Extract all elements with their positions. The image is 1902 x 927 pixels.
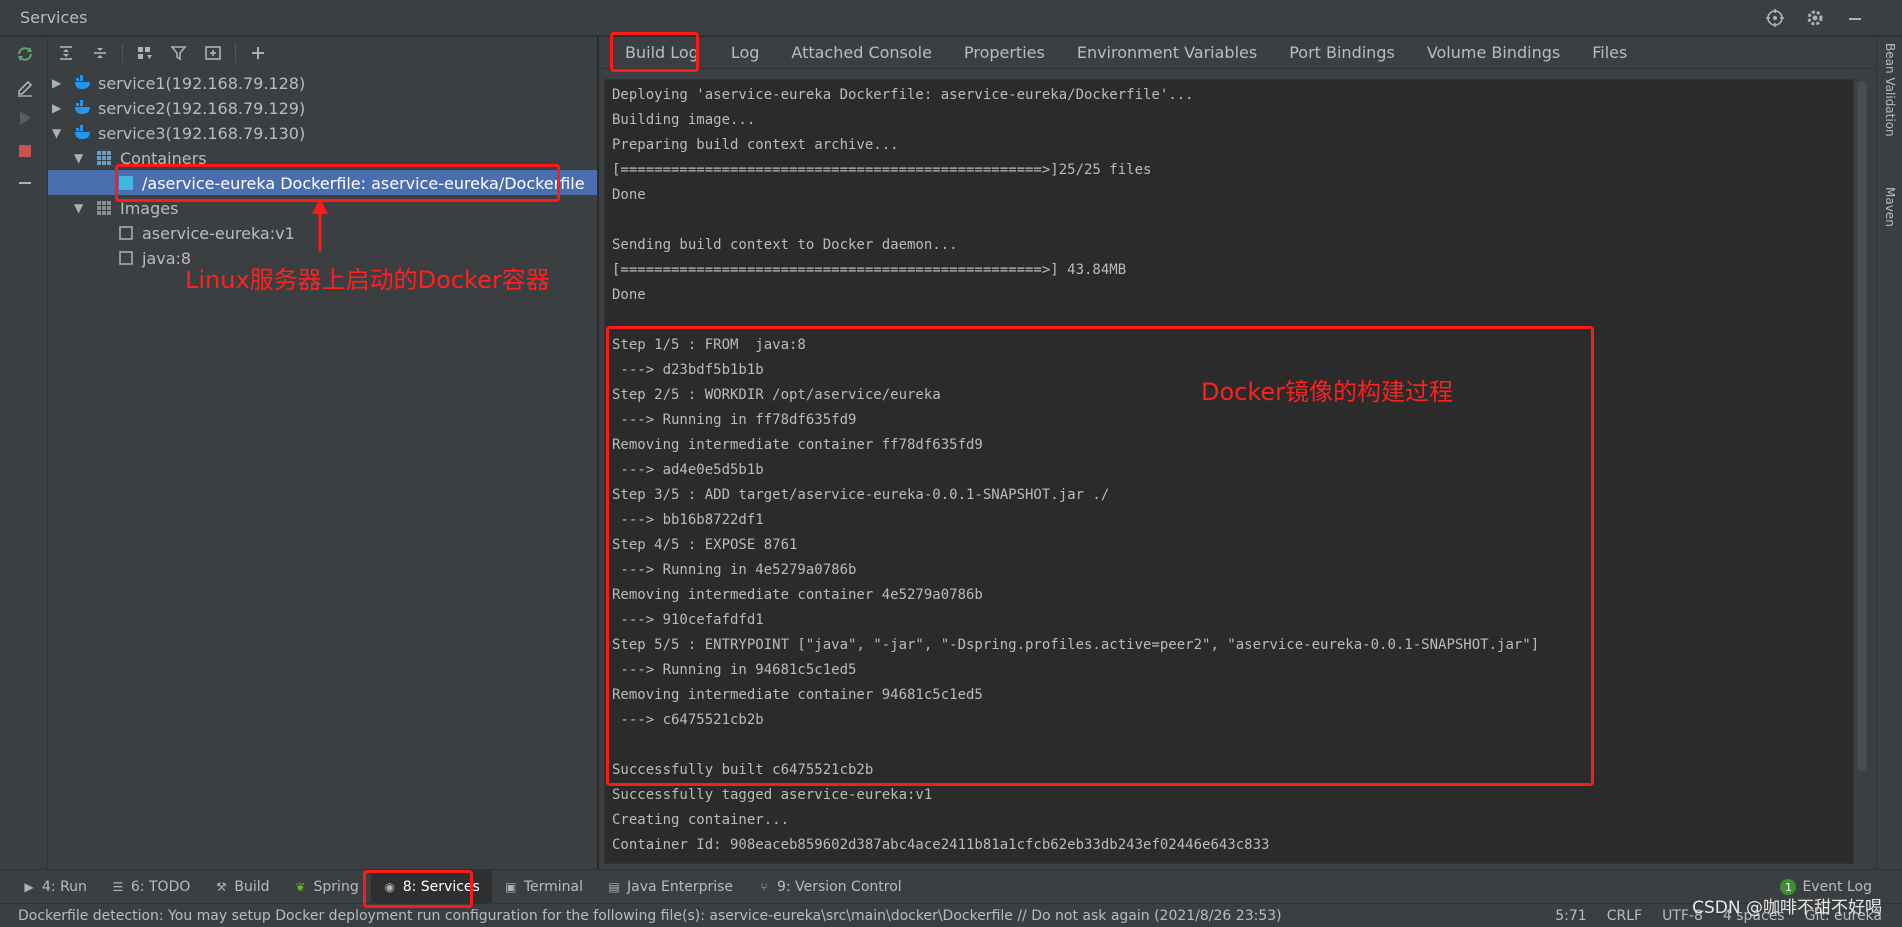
tree-item-label: service3(192.168.79.130) — [98, 123, 306, 143]
tab-properties[interactable]: Properties — [948, 37, 1061, 69]
tree-item-image-aservice-eureka[interactable]: aservice-eureka:v1 — [118, 221, 295, 245]
right-tool-strip: Bean Validation Maven — [1876, 37, 1902, 869]
edit-icon[interactable] — [14, 77, 36, 99]
annotation-container-note: Linux服务器上启动的Docker容器 — [185, 266, 550, 294]
tree-item-image-java[interactable]: java:8 — [118, 246, 191, 270]
expand-arrow-icon[interactable]: ▶ — [52, 76, 66, 90]
services-action-strip — [0, 37, 48, 869]
annotation-box-build-log — [610, 32, 699, 72]
add-service-icon[interactable] — [246, 41, 270, 65]
tool-label: 6: TODO — [130, 878, 191, 895]
tool-run[interactable]: ▶ 4: Run — [10, 870, 99, 904]
details-tabs: Build Log Log Attached Console Propertie… — [599, 37, 1876, 69]
log-line: [=======================================… — [612, 262, 1127, 278]
tree-item-service3[interactable]: ▼ service3(192.168.79.130) — [52, 121, 305, 145]
tree-item-label: service1(192.168.79.128) — [98, 73, 306, 93]
image-icon — [118, 225, 136, 241]
toolbar-separator — [122, 43, 123, 63]
log-line: Successfully tagged aservice-eureka:v1 — [612, 787, 933, 803]
log-line: Sending build context to Docker daemon..… — [612, 237, 958, 253]
tool-todo[interactable]: ☰ 6: TODO — [99, 870, 202, 904]
log-line: Deploying 'aservice-eureka Dockerfile: a… — [612, 87, 1194, 103]
tab-volume-bindings[interactable]: Volume Bindings — [1411, 37, 1576, 69]
services-title-bar: Services — [0, 0, 1902, 36]
images-grid-icon — [96, 200, 114, 216]
leaf-icon: ❦ — [295, 879, 306, 894]
group-by-icon[interactable] — [133, 41, 157, 65]
status-message[interactable]: Dockerfile detection: You may setup Dock… — [18, 908, 1282, 924]
console-scrollbar[interactable] — [1857, 81, 1867, 771]
tool-label: Java Enterprise — [627, 878, 734, 895]
expand-all-icon[interactable] — [54, 41, 78, 65]
tree-toolbar — [48, 37, 597, 69]
csdn-watermark: CSDN @咖啡不甜不好喝 — [1692, 898, 1882, 918]
expand-arrow-icon[interactable]: ▶ — [52, 101, 66, 115]
gear-icon[interactable] — [1804, 7, 1826, 29]
collapse-arrow-icon[interactable]: ▼ — [74, 151, 88, 165]
tree-item-label: service2(192.168.79.129) — [98, 98, 306, 118]
docker-icon — [74, 75, 92, 91]
toolbar-separator — [235, 43, 236, 63]
log-line: Preparing build context archive... — [612, 137, 899, 153]
filter-icon[interactable] — [167, 41, 191, 65]
collapse-icon[interactable] — [14, 172, 36, 194]
tool-java-enterprise[interactable]: ▤ Java Enterprise — [595, 870, 745, 904]
maven-tool[interactable]: Maven — [1883, 187, 1897, 227]
log-line: [=======================================… — [612, 162, 1152, 178]
collapse-arrow-icon[interactable]: ▼ — [74, 201, 88, 215]
branch-icon: ⑂ — [760, 879, 768, 894]
tool-terminal[interactable]: ▣ Terminal — [492, 870, 595, 904]
target-icon[interactable] — [1764, 7, 1786, 29]
terminal-icon: ▣ — [505, 879, 517, 894]
tab-environment-variables[interactable]: Environment Variables — [1061, 37, 1273, 69]
refresh-icon[interactable] — [14, 43, 36, 65]
bean-validation-tool[interactable]: Bean Validation — [1883, 43, 1897, 137]
tool-label: 9: Version Control — [777, 878, 902, 895]
window-title: Services — [20, 8, 88, 27]
docker-icon — [74, 125, 92, 141]
tool-version-control[interactable]: ⑂ 9: Version Control — [745, 870, 914, 904]
containers-grid-icon — [96, 150, 114, 166]
tab-attached-console[interactable]: Attached Console — [775, 37, 948, 69]
tree-item-service2[interactable]: ▶ service2(192.168.79.129) — [52, 96, 305, 120]
hammer-icon: ⚒ — [215, 879, 227, 894]
tool-label: Build — [234, 878, 270, 895]
log-line: Done — [612, 187, 646, 203]
collapse-arrow-icon[interactable]: ▼ — [52, 126, 66, 140]
annotation-arrow — [312, 198, 328, 252]
status-bar: Dockerfile detection: You may setup Dock… — [0, 903, 1902, 927]
tool-build[interactable]: ⚒ Build — [202, 870, 281, 904]
tool-label: Terminal — [523, 878, 583, 895]
tree-item-label: java:8 — [142, 248, 192, 268]
java-enterprise-icon: ▤ — [608, 879, 620, 894]
tool-spring[interactable]: ❦ Spring — [282, 870, 371, 904]
docker-icon — [74, 100, 92, 116]
tab-port-bindings[interactable]: Port Bindings — [1273, 37, 1411, 69]
tool-label: 4: Run — [42, 878, 87, 895]
log-line: Creating container... — [612, 812, 790, 828]
tab-files[interactable]: Files — [1576, 37, 1643, 69]
minimize-icon[interactable] — [1844, 7, 1866, 29]
tree-item-label: aservice-eureka:v1 — [142, 223, 295, 243]
log-line: Building image... — [612, 112, 756, 128]
tree-item-service1[interactable]: ▶ service1(192.168.79.128) — [52, 71, 305, 95]
tab-log[interactable]: Log — [715, 37, 776, 69]
annotation-box-container — [115, 164, 560, 202]
play-icon[interactable] — [14, 107, 36, 129]
stop-icon[interactable] — [14, 140, 36, 162]
collapse-all-icon[interactable] — [88, 41, 112, 65]
new-tab-icon[interactable] — [201, 41, 225, 65]
tool-window-bar: ▶ 4: Run ☰ 6: TODO ⚒ Build ❦ Spring ◉ 8:… — [0, 869, 1902, 904]
line-separator[interactable]: CRLF — [1607, 908, 1642, 924]
caret-position[interactable]: 5:71 — [1555, 908, 1586, 924]
image-icon — [118, 250, 136, 266]
log-line: Container Id: 908eaceb859602d387abc4ace2… — [612, 837, 1270, 853]
play-icon: ▶ — [24, 879, 34, 894]
list-icon: ☰ — [112, 879, 124, 894]
services-tree-panel: ▶ service1(192.168.79.128) ▶ service2(19… — [48, 37, 598, 869]
tool-label: Spring — [313, 878, 359, 895]
annotation-box-services-tab — [363, 870, 473, 908]
annotation-build-note: Docker镜像的构建过程 — [1201, 378, 1454, 406]
log-line: Done — [612, 287, 646, 303]
